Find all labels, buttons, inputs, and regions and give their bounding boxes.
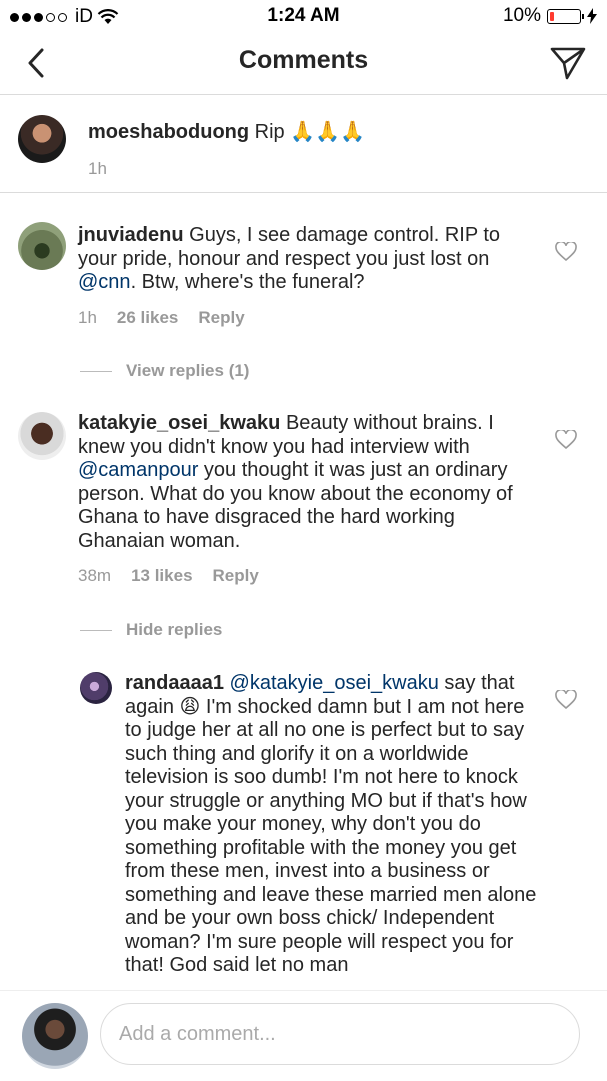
comment-username[interactable]: jnuviadenu (78, 224, 184, 246)
caption-time: 1h (88, 159, 107, 178)
reply-username[interactable]: randaaaa1 (125, 672, 224, 694)
avatar[interactable] (18, 412, 66, 460)
reply-thread: randaaaa1 @katakyie_osei_kwaku say that … (0, 660, 607, 990)
comment-text: jnuviadenu Guys, I see damage control. R… (78, 224, 538, 295)
comment-meta: 38m 13 likes Reply (78, 566, 259, 586)
divider (80, 629, 112, 631)
view-replies-button[interactable]: View replies (1) (80, 361, 249, 381)
caption-text: moeshaboduong Rip 🙏🙏🙏 (88, 119, 365, 144)
comment-meta: 1h 26 likes Reply (78, 308, 245, 328)
mention-link[interactable]: @katakyie_osei_kwaku (230, 672, 439, 694)
avatar[interactable] (18, 222, 66, 270)
mention-link[interactable]: @camanpour (78, 459, 198, 481)
comment-item: katakyie_osei_kwaku Beauty without brain… (0, 410, 607, 650)
reply-body-end: I'm shocked damn but I am not here to ju… (125, 695, 537, 977)
comment-input[interactable] (100, 1003, 580, 1065)
heart-icon[interactable] (555, 242, 577, 262)
heart-icon[interactable] (555, 430, 577, 450)
comment-composer (0, 990, 607, 1081)
battery-percent: 10% (502, 5, 541, 26)
heart-icon[interactable] (555, 690, 577, 710)
avatar[interactable] (80, 672, 112, 704)
comment-item: jnuviadenu Guys, I see damage control. R… (0, 220, 607, 400)
divider (80, 370, 112, 372)
mention-link[interactable]: @cnn (78, 271, 131, 293)
hide-replies-button[interactable]: Hide replies (80, 620, 222, 640)
charging-bolt-icon (587, 8, 597, 24)
avatar[interactable] (18, 115, 66, 163)
battery-status: 10% (503, 5, 597, 27)
status-bar: iD 1:24 AM 10% (0, 0, 607, 32)
comment-username[interactable]: katakyie_osei_kwaku (78, 412, 280, 434)
battery-icon (547, 8, 584, 24)
page-title: Comments (238, 46, 369, 74)
like-count[interactable]: 26 likes (117, 308, 178, 328)
avatar (22, 1003, 88, 1069)
comment-text: katakyie_osei_kwaku Beauty without brain… (78, 412, 538, 553)
reply-button[interactable]: Reply (198, 308, 244, 328)
view-replies-label: View replies (1) (126, 361, 250, 380)
nav-bar: Comments (0, 32, 607, 95)
weary-face-emoji: 😩 (179, 695, 201, 718)
like-count[interactable]: 13 likes (131, 566, 192, 586)
reply-button[interactable]: Reply (213, 566, 259, 586)
caption-body: Rip 🙏🙏🙏 (254, 121, 365, 143)
hide-replies-label: Hide replies (126, 620, 223, 639)
comment-time: 38m (78, 566, 112, 585)
comment-body-end: . Btw, where's the funeral? (130, 271, 365, 293)
reply-text: randaaaa1 @katakyie_osei_kwaku say that … (125, 672, 540, 978)
caption-username[interactable]: moeshaboduong (88, 121, 249, 143)
post-caption: moeshaboduong Rip 🙏🙏🙏 1h (0, 95, 607, 193)
comment-time: 1h (78, 308, 97, 327)
paper-plane-icon[interactable] (549, 44, 587, 82)
